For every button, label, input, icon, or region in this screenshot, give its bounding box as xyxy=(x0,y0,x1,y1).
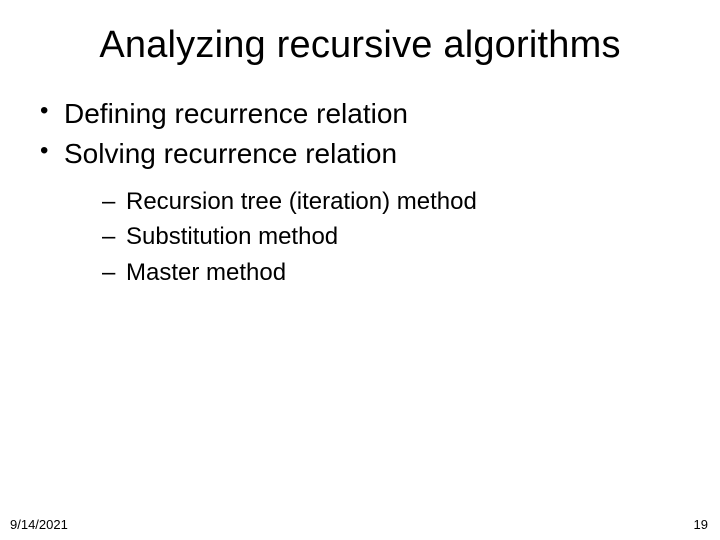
bullet-item: Defining recurrence relation xyxy=(36,95,684,133)
bullet-item: Solving recurrence relation Recursion tr… xyxy=(36,135,684,290)
slide: Analyzing recursive algorithms Defining … xyxy=(0,0,720,540)
bullet-list-level2: Recursion tree (iteration) method Substi… xyxy=(64,185,684,290)
subbullet-item: Recursion tree (iteration) method xyxy=(102,185,684,219)
footer-date: 9/14/2021 xyxy=(10,517,68,532)
subbullet-item: Substitution method xyxy=(102,220,684,254)
footer-page-number: 19 xyxy=(694,517,708,532)
slide-title: Analyzing recursive algorithms xyxy=(0,0,720,95)
slide-content: Defining recurrence relation Solving rec… xyxy=(0,95,720,289)
bullet-item-label: Solving recurrence relation xyxy=(64,138,397,169)
subbullet-item: Master method xyxy=(102,256,684,290)
bullet-list-level1: Defining recurrence relation Solving rec… xyxy=(36,95,684,289)
